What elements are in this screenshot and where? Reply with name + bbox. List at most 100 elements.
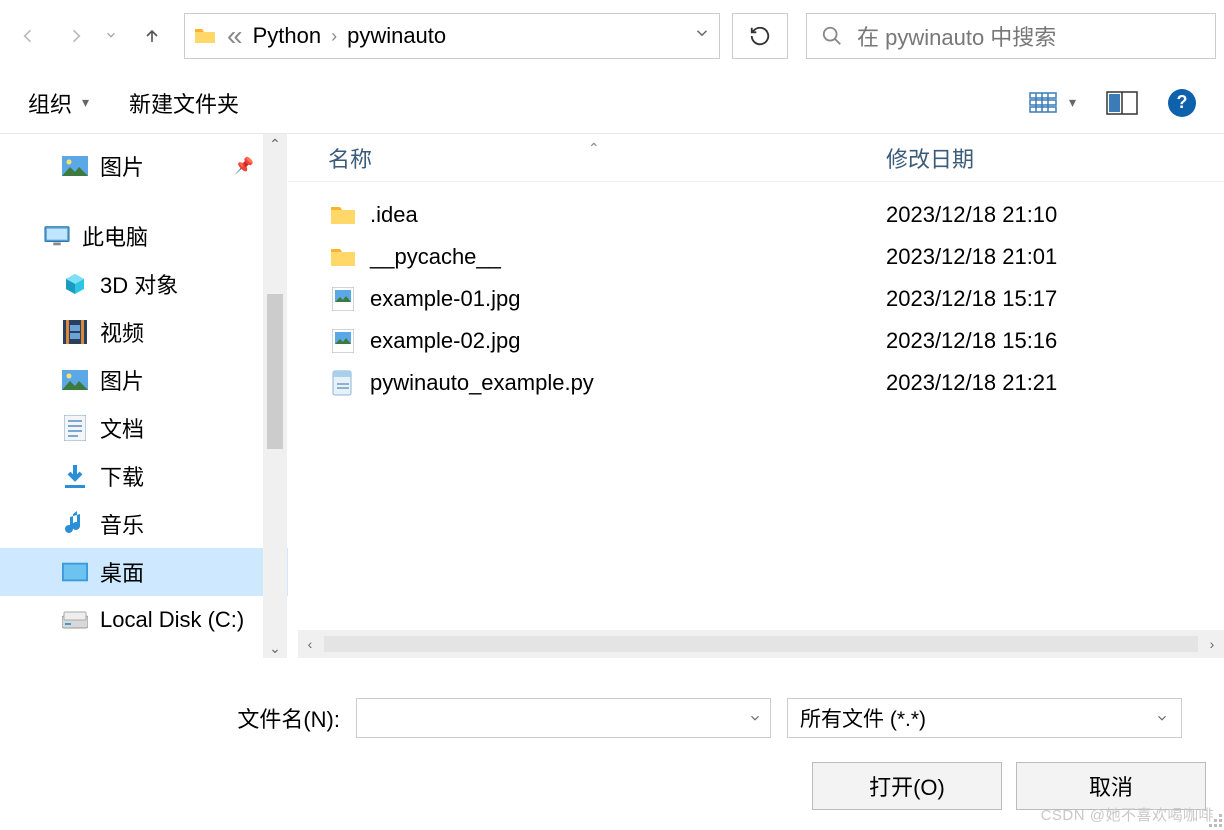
dropdown-icon: ▾ bbox=[82, 94, 89, 111]
dropdown-icon: ▾ bbox=[1069, 94, 1076, 111]
column-header-name[interactable]: 名称 ⌃ bbox=[288, 142, 868, 174]
navigation-pane: 图片 📌 此电脑 3D 对象 视频 图片 文档 下载 音乐 桌面 Local D… bbox=[0, 134, 288, 658]
address-bar[interactable]: « Python › pywinauto bbox=[184, 13, 720, 59]
3d-icon bbox=[62, 271, 88, 297]
new-folder-button[interactable]: 新建文件夹 bbox=[129, 87, 239, 119]
file-name: example-01.jpg bbox=[370, 286, 520, 312]
sidebar-item[interactable]: 桌面 bbox=[0, 548, 288, 596]
sidebar-item-label: 下载 bbox=[100, 460, 144, 492]
up-button[interactable] bbox=[132, 16, 172, 56]
scrollbar-thumb[interactable] bbox=[267, 294, 283, 449]
refresh-button[interactable] bbox=[732, 13, 788, 59]
image-icon bbox=[62, 153, 88, 179]
sidebar-item[interactable]: 文档 bbox=[0, 404, 288, 452]
disk-icon bbox=[62, 607, 88, 633]
sidebar-item-label: 3D 对象 bbox=[100, 268, 178, 300]
scrollbar-track[interactable] bbox=[324, 636, 1198, 652]
sidebar-item-label: 图片 bbox=[100, 150, 144, 182]
folder-icon bbox=[193, 24, 217, 48]
file-row[interactable]: example-02.jpg 2023/12/18 15:16 bbox=[288, 320, 1224, 362]
forward-button[interactable] bbox=[56, 16, 96, 56]
dropdown-icon[interactable] bbox=[748, 711, 762, 725]
sidebar-item[interactable]: 图片 bbox=[0, 356, 288, 404]
sort-indicator-icon: ⌃ bbox=[588, 140, 600, 157]
dropdown-icon bbox=[1155, 711, 1169, 725]
filename-input[interactable] bbox=[356, 698, 771, 738]
breadcrumb-chevron-icon[interactable]: › bbox=[331, 26, 337, 47]
file-name: example-02.jpg bbox=[370, 328, 520, 354]
sidebar-item-label: 文档 bbox=[100, 412, 144, 444]
preview-pane-button[interactable] bbox=[1106, 87, 1138, 119]
music-icon bbox=[62, 511, 88, 537]
sidebar-item-label: 图片 bbox=[100, 364, 144, 396]
organize-label: 组织 bbox=[28, 87, 72, 119]
sidebar-item[interactable]: Local Disk (C:) bbox=[0, 596, 288, 644]
sidebar-scrollbar[interactable]: ⌃ ⌄ bbox=[263, 134, 287, 658]
image-icon bbox=[330, 286, 356, 312]
sidebar-item-label: Local Disk (C:) bbox=[100, 607, 244, 633]
sidebar-item-label: 此电脑 bbox=[82, 220, 148, 252]
sidebar-item-label: 视频 bbox=[100, 316, 144, 348]
open-button[interactable]: 打开(O) bbox=[812, 762, 1002, 810]
image-icon bbox=[330, 328, 356, 354]
scroll-left-icon[interactable]: ‹ bbox=[298, 636, 322, 652]
image-icon bbox=[62, 367, 88, 393]
column-header-date[interactable]: 修改日期 bbox=[868, 142, 1224, 174]
sidebar-item[interactable]: 下载 bbox=[0, 452, 288, 500]
file-date: 2023/12/18 21:21 bbox=[886, 370, 1224, 396]
search-icon bbox=[821, 25, 843, 47]
breadcrumb-item[interactable]: pywinauto bbox=[347, 23, 446, 49]
file-name: __pycache__ bbox=[370, 244, 501, 270]
file-list-pane: 名称 ⌃ 修改日期 .idea 2023/12/18 21:10 __pycache… bbox=[288, 134, 1224, 658]
sidebar-item[interactable]: 3D 对象 bbox=[0, 260, 288, 308]
scroll-right-icon[interactable]: › bbox=[1200, 636, 1224, 652]
recent-locations-dropdown[interactable] bbox=[104, 25, 124, 48]
column-headers: 名称 ⌃ 修改日期 bbox=[288, 134, 1224, 182]
desktop-icon bbox=[62, 559, 88, 585]
watermark: CSDN @她不喜欢喝咖啡 bbox=[1041, 804, 1214, 825]
file-date: 2023/12/18 21:10 bbox=[886, 202, 1224, 228]
address-dropdown-icon[interactable] bbox=[693, 24, 711, 48]
scroll-down-icon[interactable]: ⌄ bbox=[269, 638, 281, 658]
file-type-filter[interactable]: 所有文件 (*.*) bbox=[787, 698, 1182, 738]
filename-label: 文件名(N): bbox=[60, 702, 340, 734]
file-row[interactable]: example-01.jpg 2023/12/18 15:17 bbox=[288, 278, 1224, 320]
file-row[interactable]: .idea 2023/12/18 21:10 bbox=[288, 194, 1224, 236]
sidebar-item[interactable]: 音乐 bbox=[0, 500, 288, 548]
pc-icon bbox=[44, 223, 70, 249]
cancel-button[interactable]: 取消 bbox=[1016, 762, 1206, 810]
new-folder-label: 新建文件夹 bbox=[129, 87, 239, 119]
file-row[interactable]: __pycache__ 2023/12/18 21:01 bbox=[288, 236, 1224, 278]
pin-icon: 📌 bbox=[234, 156, 254, 176]
file-date: 2023/12/18 21:01 bbox=[886, 244, 1224, 270]
filter-label: 所有文件 (*.*) bbox=[800, 703, 926, 733]
sidebar-item[interactable]: 视频 bbox=[0, 308, 288, 356]
scroll-up-icon[interactable]: ⌃ bbox=[269, 134, 281, 154]
doc-icon bbox=[62, 415, 88, 441]
folder-icon bbox=[330, 202, 356, 228]
file-date: 2023/12/18 15:16 bbox=[886, 328, 1224, 354]
download-icon bbox=[62, 463, 88, 489]
view-icon bbox=[1027, 87, 1059, 119]
folder-icon bbox=[330, 244, 356, 270]
search-box[interactable]: 在 pywinauto 中搜索 bbox=[806, 13, 1216, 59]
sidebar-item[interactable]: 此电脑 bbox=[0, 212, 288, 260]
view-menu[interactable]: ▾ bbox=[1027, 87, 1076, 119]
back-button[interactable] bbox=[8, 16, 48, 56]
file-row[interactable]: pywinauto_example.py 2023/12/18 21:21 bbox=[288, 362, 1224, 404]
horizontal-scrollbar[interactable]: ‹ › bbox=[298, 630, 1224, 658]
file-date: 2023/12/18 15:17 bbox=[886, 286, 1224, 312]
help-button[interactable]: ? bbox=[1168, 89, 1196, 117]
search-placeholder: 在 pywinauto 中搜索 bbox=[857, 20, 1056, 52]
sidebar-item[interactable]: 图片 📌 bbox=[0, 142, 288, 190]
organize-menu[interactable]: 组织 ▾ bbox=[28, 87, 89, 119]
breadcrumb-separator: « bbox=[227, 22, 243, 50]
breadcrumb-item[interactable]: Python bbox=[253, 23, 322, 49]
resize-grip[interactable] bbox=[1206, 811, 1222, 827]
sidebar-item-label: 桌面 bbox=[100, 556, 144, 588]
navigation-bar: « Python › pywinauto 在 pywinauto 中搜索 bbox=[0, 0, 1224, 72]
file-name: .idea bbox=[370, 202, 418, 228]
file-name: pywinauto_example.py bbox=[370, 370, 594, 396]
toolbar: 组织 ▾ 新建文件夹 ▾ ? bbox=[0, 72, 1224, 134]
video-icon bbox=[62, 319, 88, 345]
